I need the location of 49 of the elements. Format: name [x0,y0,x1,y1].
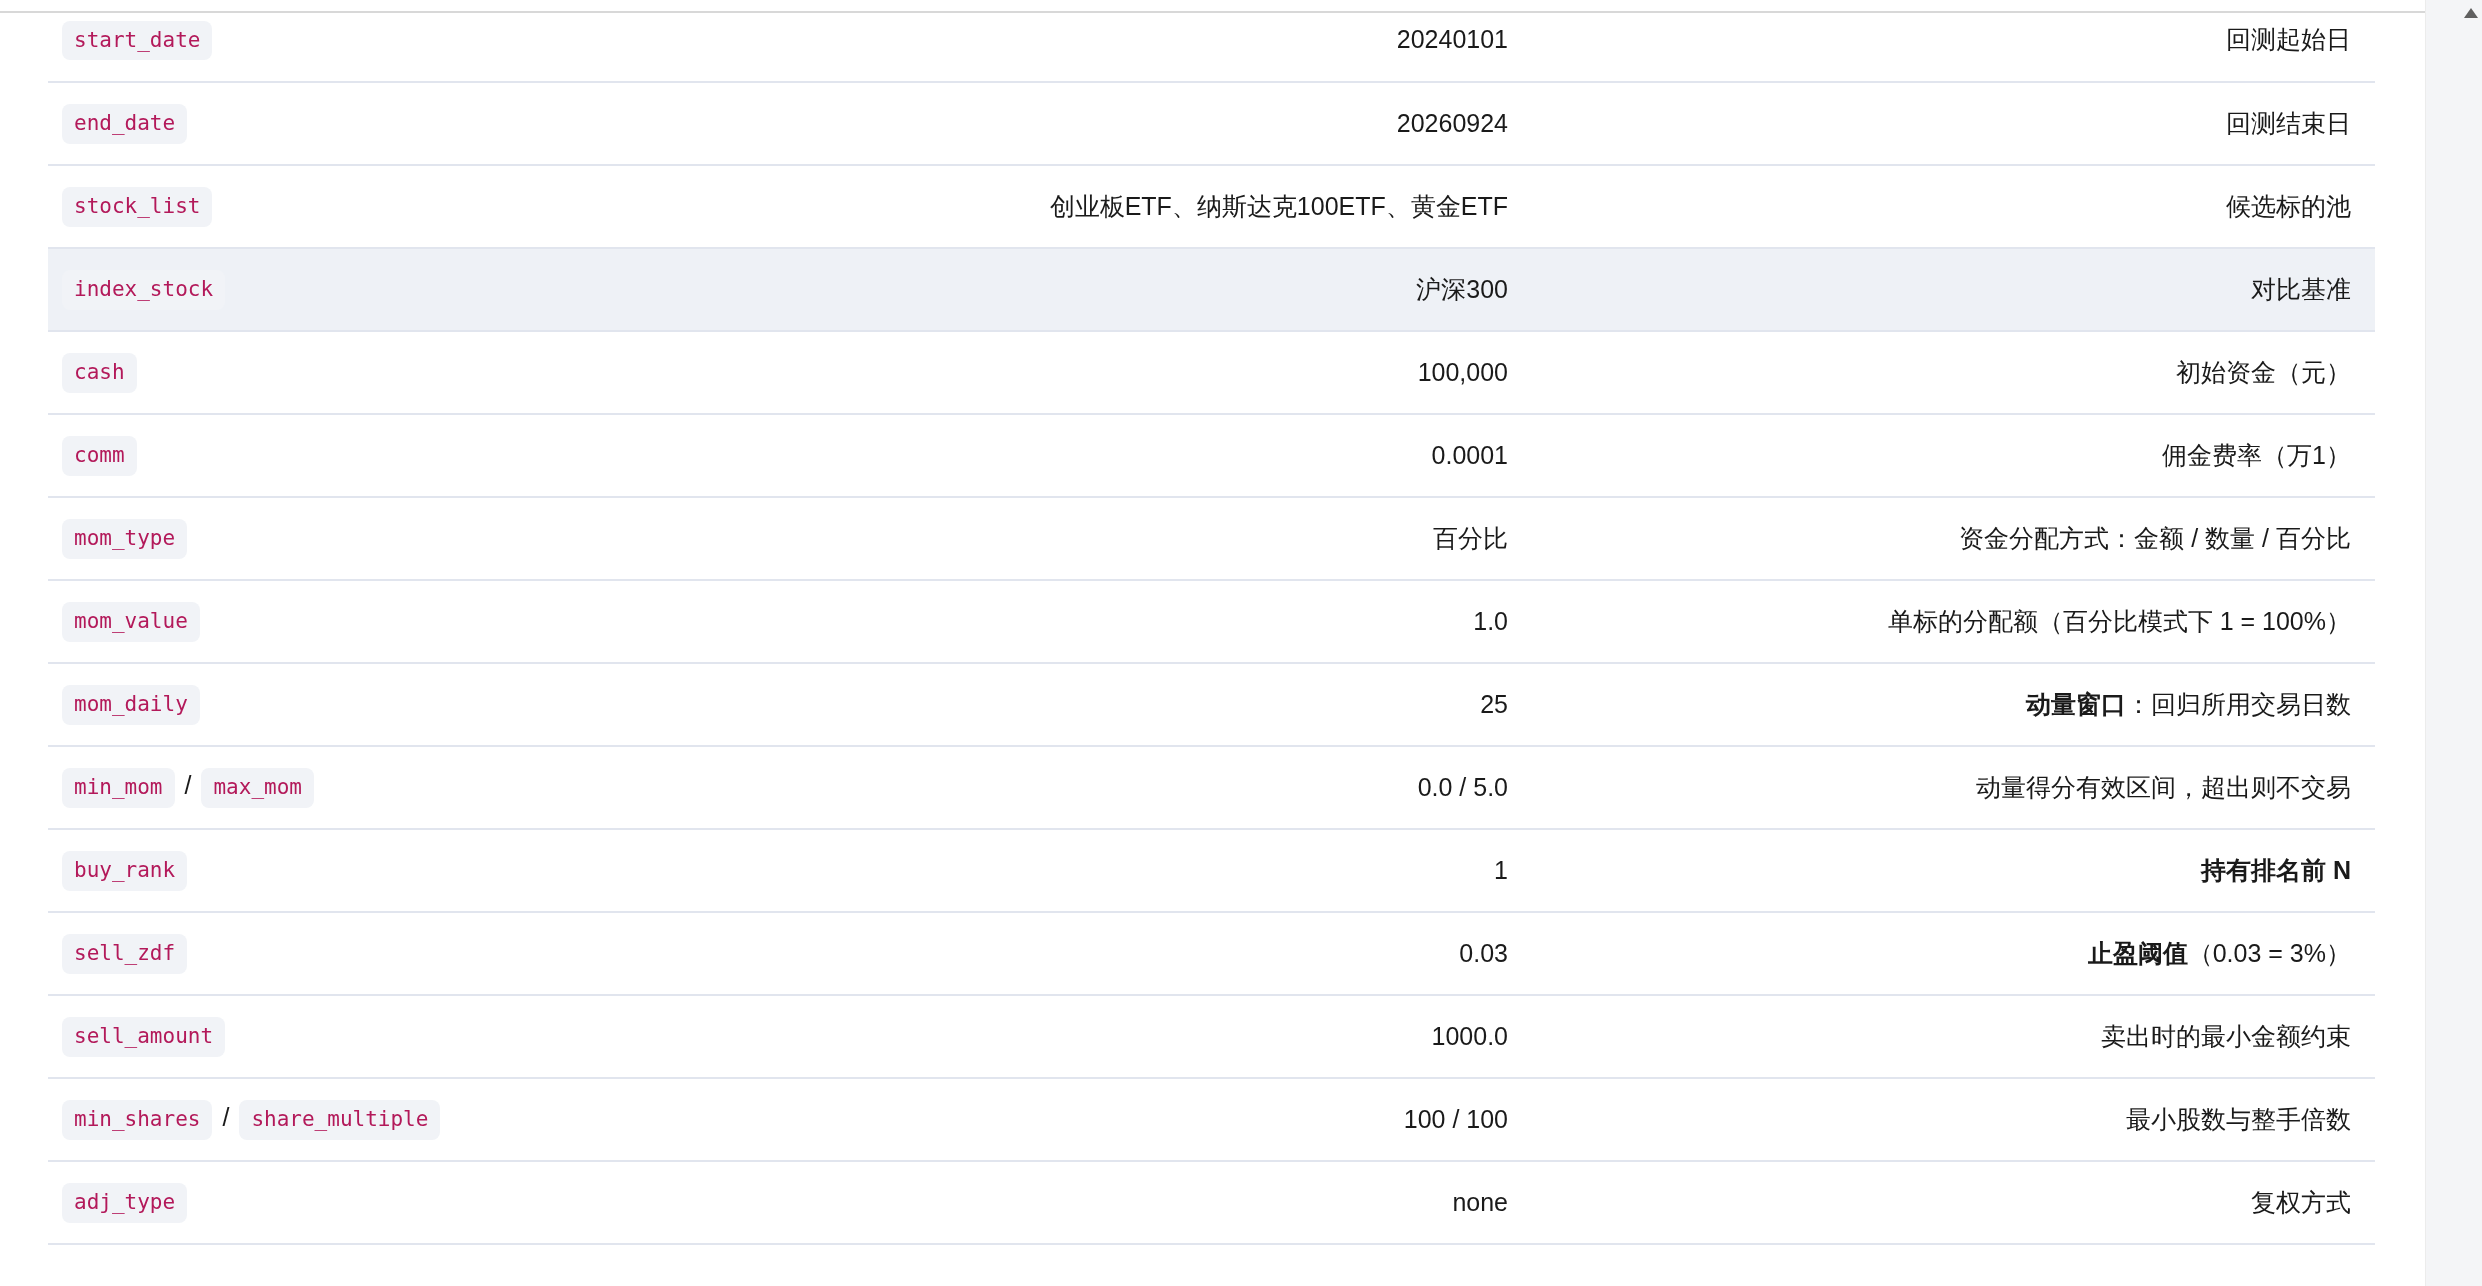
description-cell: 复权方式 [1532,1161,2375,1244]
description-cell: 止盈阈值（0.03 = 3%） [1532,912,2375,995]
parameter-name: sell_zdf [62,934,188,974]
value-cell: 0.0001 [738,414,1532,497]
value-cell: 20260924 [738,82,1532,165]
separator-text: / [222,1103,230,1132]
scrollbar[interactable] [2425,0,2482,1286]
description-cell: 最小股数与整手倍数 [1532,1078,2375,1161]
description-cell: 初始资金（元） [1532,331,2375,414]
parameter-name: sell_amount [62,1017,226,1057]
scroll-up-icon[interactable] [2464,8,2478,18]
value-cell: 1000.0 [738,995,1532,1078]
parameter-name: mom_daily [62,685,200,725]
description-cell: 持有排名前 N [1532,829,2375,912]
value-cell: 0.0 / 5.0 [738,746,1532,829]
parameter-name: comm [62,436,137,476]
description-cell: 回测结束日 [1532,82,2375,165]
parameter-name: start_date [62,20,213,61]
description-cell: 回测起始日 [1532,13,2375,82]
parameter-name: max_mom [201,768,314,808]
parameter-name: cash [62,353,137,393]
parameter-name: adj_type [62,1183,188,1223]
parameter-name: mom_value [62,602,200,642]
parameter-name: buy_rank [62,851,188,891]
parameter-name: stock_list [62,187,213,227]
description-cell: 卖出时的最小金额约束 [1532,995,2375,1078]
value-cell: 1 [738,829,1532,912]
value-cell: 0.03 [738,912,1532,995]
value-cell: 沪深300 [738,248,1532,331]
value-cell: 100,000 [738,331,1532,414]
value-cell: 100 / 100 [738,1078,1532,1161]
parameter-name: mom_type [62,519,188,559]
description-cell: 佣金费率（万1） [1532,414,2375,497]
value-cell: 百分比 [738,497,1532,580]
value-cell: 20240101 [738,13,1532,82]
value-cell: 1.0 [738,580,1532,663]
description-cell: 对比基准 [1532,248,2375,331]
separator-text: / [184,771,192,800]
description-cell: 单标的分配额（百分比模式下 1 = 100%） [1532,580,2375,663]
value-cell: none [738,1161,1532,1244]
description-cell: 动量窗口：回归所用交易日数 [1532,663,2375,746]
parameter-name: min_shares [62,1100,213,1140]
value-cell: 25 [738,663,1532,746]
parameter-name: share_multiple [239,1100,441,1140]
parameter-name: end_date [62,104,188,144]
parameter-name: index_stock [62,270,226,310]
description-cell: 资金分配方式：金额 / 数量 / 百分比 [1532,497,2375,580]
description-cell: 动量得分有效区间，超出则不交易 [1532,746,2375,829]
parameter-name: min_mom [62,768,175,808]
